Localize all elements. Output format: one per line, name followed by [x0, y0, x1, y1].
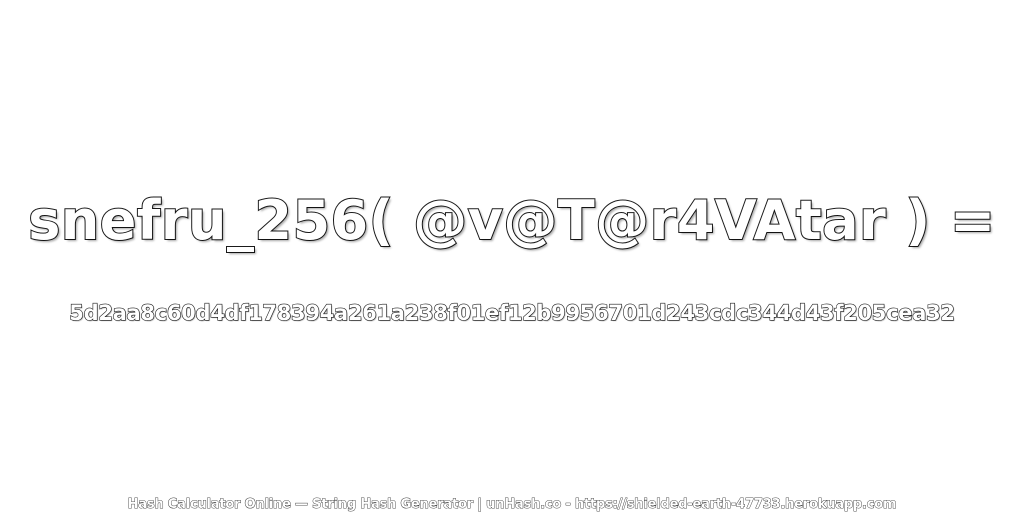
- hash-expression: snefru_256( @v@T@r4VAtar ) =: [27, 188, 996, 253]
- hash-value: 5d2aa8c60d4df178394a261a238f01ef12b99567…: [69, 300, 956, 325]
- footer-credit: Hash Calculator Online — String Hash Gen…: [127, 497, 897, 513]
